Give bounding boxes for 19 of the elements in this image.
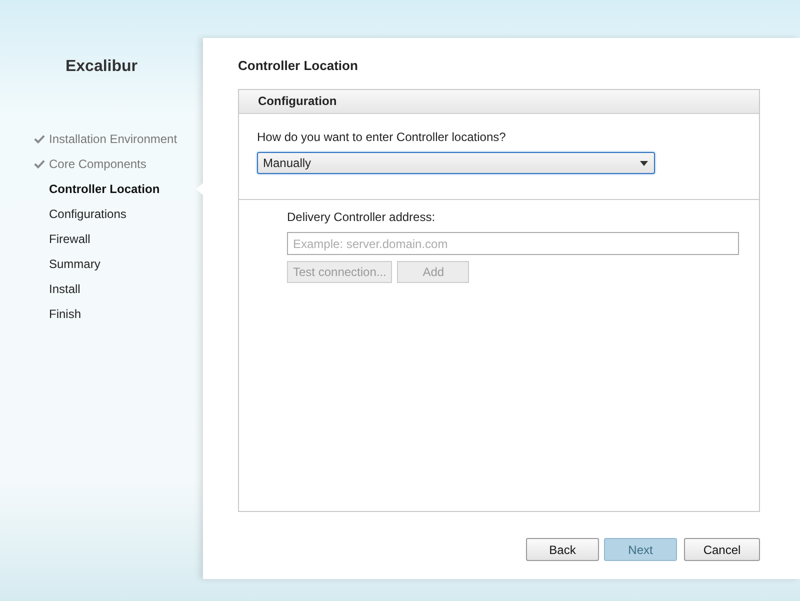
wizard-step: Firewall [0, 226, 203, 251]
page-title: Controller Location [238, 58, 359, 73]
question-label: How do you want to enter Controller locations? [257, 130, 507, 144]
checkmark-icon [34, 134, 45, 144]
wizard-button[interactable]: Cancel [684, 538, 760, 561]
wizard-step: Summary [0, 251, 203, 276]
wizard-step: Core Components [0, 151, 203, 176]
address-label: Delivery Controller address: [287, 210, 436, 224]
wizard-step: Configurations [0, 201, 203, 226]
product-name: Excalibur [64, 58, 139, 76]
wizard-step: Finish [0, 301, 203, 326]
wizard-button[interactable]: Back [526, 538, 599, 561]
wizard-step: Installation Environment [0, 126, 203, 151]
address-field[interactable]: Example: server.domain.com [287, 232, 739, 255]
panel-header: Configuration [239, 90, 759, 114]
mode-dropdown[interactable]: Manually [257, 152, 655, 174]
checkmark-icon [34, 158, 45, 168]
caret-icon [640, 160, 648, 166]
wizard-step: Install [0, 276, 203, 301]
